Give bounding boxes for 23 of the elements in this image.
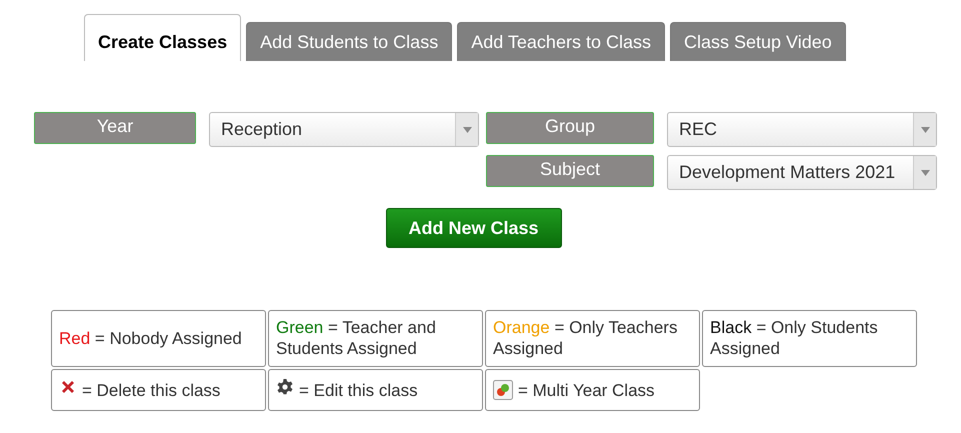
tab[interactable]: Add Students to Class (246, 22, 452, 61)
legend-cell: = Edit this class (268, 369, 483, 411)
field-label: Subject (486, 155, 654, 187)
caret-icon (920, 126, 930, 132)
legend-cell: Red = Nobody Assigned (51, 310, 266, 367)
legend-cell: = Multi Year Class (485, 369, 700, 411)
field-label: Year (34, 112, 196, 144)
multi-year-icon (493, 380, 513, 400)
caret-icon (462, 126, 472, 132)
tab[interactable]: Create Classes (84, 14, 242, 61)
tab[interactable]: Add Teachers to Class (457, 22, 665, 61)
dropdown[interactable]: REC (667, 112, 937, 147)
tab[interactable]: Class Setup Video (670, 22, 846, 61)
caret-icon (920, 170, 930, 176)
legend-cell: = Delete this class (51, 369, 266, 411)
legend-cell: Orange = Only Teachers Assigned (485, 310, 700, 367)
dropdown[interactable]: Development Matters 2021 (667, 155, 937, 190)
dropdown[interactable]: Reception (209, 112, 479, 147)
add-class-button[interactable]: Add New Class (386, 208, 562, 248)
gear-icon (276, 378, 294, 396)
field-label: Group (486, 112, 654, 144)
legend-cell: Green = Teacher and Students Assigned (268, 310, 483, 367)
legend-cell: Black = Only Students Assigned (702, 310, 917, 367)
